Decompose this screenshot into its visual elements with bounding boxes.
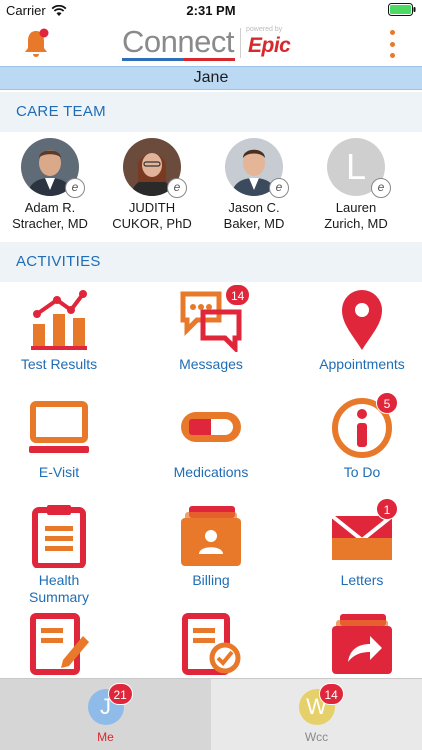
care-team-member[interactable]: e Jason C. Baker, MD bbox=[203, 138, 305, 232]
logo-divider bbox=[240, 28, 241, 58]
activity-tasks[interactable] bbox=[141, 612, 281, 678]
member-name-line2: CUKOR, PhD bbox=[112, 216, 192, 231]
member-name-line1: Adam R. bbox=[24, 200, 76, 215]
member-name-line2: Stracher, MD bbox=[12, 216, 88, 231]
tab-label: Me bbox=[97, 730, 114, 744]
info-icon: 5 bbox=[330, 392, 398, 460]
avatar-wrap: e bbox=[123, 138, 187, 198]
member-name-line1: JUDITH bbox=[128, 200, 176, 215]
epic-badge-icon: e bbox=[371, 178, 391, 198]
chat-bubbles-icon: 14 bbox=[179, 284, 251, 355]
activity-label: Test Results bbox=[20, 356, 98, 372]
messages-badge: 14 bbox=[225, 284, 251, 306]
patient-name-bar[interactable]: Jane bbox=[0, 66, 422, 90]
tab-me[interactable]: J 21 Me bbox=[0, 679, 211, 750]
activity-label: E-Visit bbox=[38, 464, 80, 480]
activity-label: To Do bbox=[343, 464, 381, 480]
avatar-wrap: e bbox=[21, 138, 85, 198]
pill-icon bbox=[179, 396, 243, 460]
activity-letters[interactable]: 1 Letters bbox=[292, 498, 422, 589]
activity-label-line2: Summary bbox=[29, 589, 89, 605]
avatar-wrap: L e bbox=[327, 138, 391, 198]
billing-folder-icon bbox=[179, 504, 243, 568]
activity-appointments[interactable]: Appointments bbox=[292, 288, 422, 373]
activity-label: Billing bbox=[192, 572, 230, 588]
activity-questionnaires[interactable] bbox=[0, 612, 129, 678]
tab-avatar: J 21 bbox=[87, 683, 133, 725]
more-vertical-icon[interactable] bbox=[388, 30, 396, 58]
activity-billing[interactable]: Billing bbox=[141, 504, 281, 589]
logo-connect-text: Connect bbox=[122, 24, 234, 59]
activity-test-results[interactable]: Test Results bbox=[0, 288, 129, 373]
activity-messages[interactable]: 14 Messages bbox=[141, 284, 281, 373]
tab-badge: 21 bbox=[107, 683, 133, 705]
edit-document-icon bbox=[27, 612, 91, 676]
laptop-icon bbox=[27, 396, 91, 460]
location-pin-icon bbox=[330, 288, 394, 352]
clipboard-icon bbox=[27, 504, 91, 569]
envelope-icon: 1 bbox=[330, 498, 398, 568]
avatar-wrap: e bbox=[225, 138, 289, 198]
activity-label: Messages bbox=[179, 356, 243, 372]
chart-icon bbox=[27, 288, 91, 352]
care-team-member[interactable]: e Adam R. Stracher, MD bbox=[0, 138, 101, 232]
member-name-line1: Jason C. bbox=[228, 200, 280, 215]
activity-e-visit[interactable]: E-Visit bbox=[0, 396, 129, 481]
activity-health-summary[interactable]: Health Summary bbox=[0, 504, 129, 606]
activity-label: Appointments bbox=[319, 356, 405, 372]
to-do-badge: 5 bbox=[376, 392, 398, 414]
status-bar: Carrier 2:31 PM bbox=[0, 0, 422, 22]
activity-label-line1: Health bbox=[38, 572, 80, 588]
member-name-line2: Zurich, MD bbox=[324, 216, 388, 231]
activity-medications[interactable]: Medications bbox=[141, 396, 281, 481]
activities-grid: Test Results 14 Messages Appointments E-… bbox=[0, 282, 422, 678]
patient-tab-bar: J 21 Me W 14 Wcc bbox=[0, 678, 422, 750]
activity-label: Letters bbox=[340, 572, 384, 588]
activity-share[interactable] bbox=[292, 612, 422, 678]
care-team-member[interactable]: L e Lauren Zurich, MD bbox=[305, 138, 407, 232]
activity-to-do[interactable]: 5 To Do bbox=[292, 392, 422, 481]
status-time: 2:31 PM bbox=[186, 3, 236, 18]
activities-header: ACTIVITIES bbox=[0, 242, 422, 282]
share-folder-icon bbox=[330, 612, 394, 676]
app-bar: Connect powered by Epic bbox=[0, 22, 422, 66]
tab-wcc[interactable]: W 14 Wcc bbox=[211, 679, 422, 750]
tab-badge: 14 bbox=[318, 683, 344, 705]
letters-badge: 1 bbox=[376, 498, 398, 520]
tab-label: Wcc bbox=[304, 730, 329, 744]
epic-badge-icon: e bbox=[65, 178, 85, 198]
battery-icon bbox=[388, 3, 416, 19]
member-name-line2: Baker, MD bbox=[223, 216, 285, 231]
logo-underline bbox=[122, 58, 235, 61]
activity-label: Medications bbox=[173, 464, 249, 480]
bell-icon[interactable] bbox=[22, 27, 52, 59]
epic-badge-icon: e bbox=[269, 178, 289, 198]
connect-logo: Connect powered by Epic bbox=[122, 24, 302, 64]
care-team-list: e Adam R. Stracher, MD e JUDITH CUKOR, P… bbox=[0, 132, 422, 240]
member-name-line1: Lauren bbox=[335, 200, 377, 215]
care-team-header: CARE TEAM bbox=[0, 92, 422, 132]
tab-avatar: W 14 bbox=[298, 683, 344, 725]
care-team-member[interactable]: e JUDITH CUKOR, PhD bbox=[101, 138, 203, 232]
logo-epic-text: Epic bbox=[248, 34, 291, 57]
document-check-icon bbox=[179, 612, 243, 676]
logo-powered-by: powered by bbox=[246, 26, 283, 33]
epic-badge-icon: e bbox=[167, 178, 187, 198]
